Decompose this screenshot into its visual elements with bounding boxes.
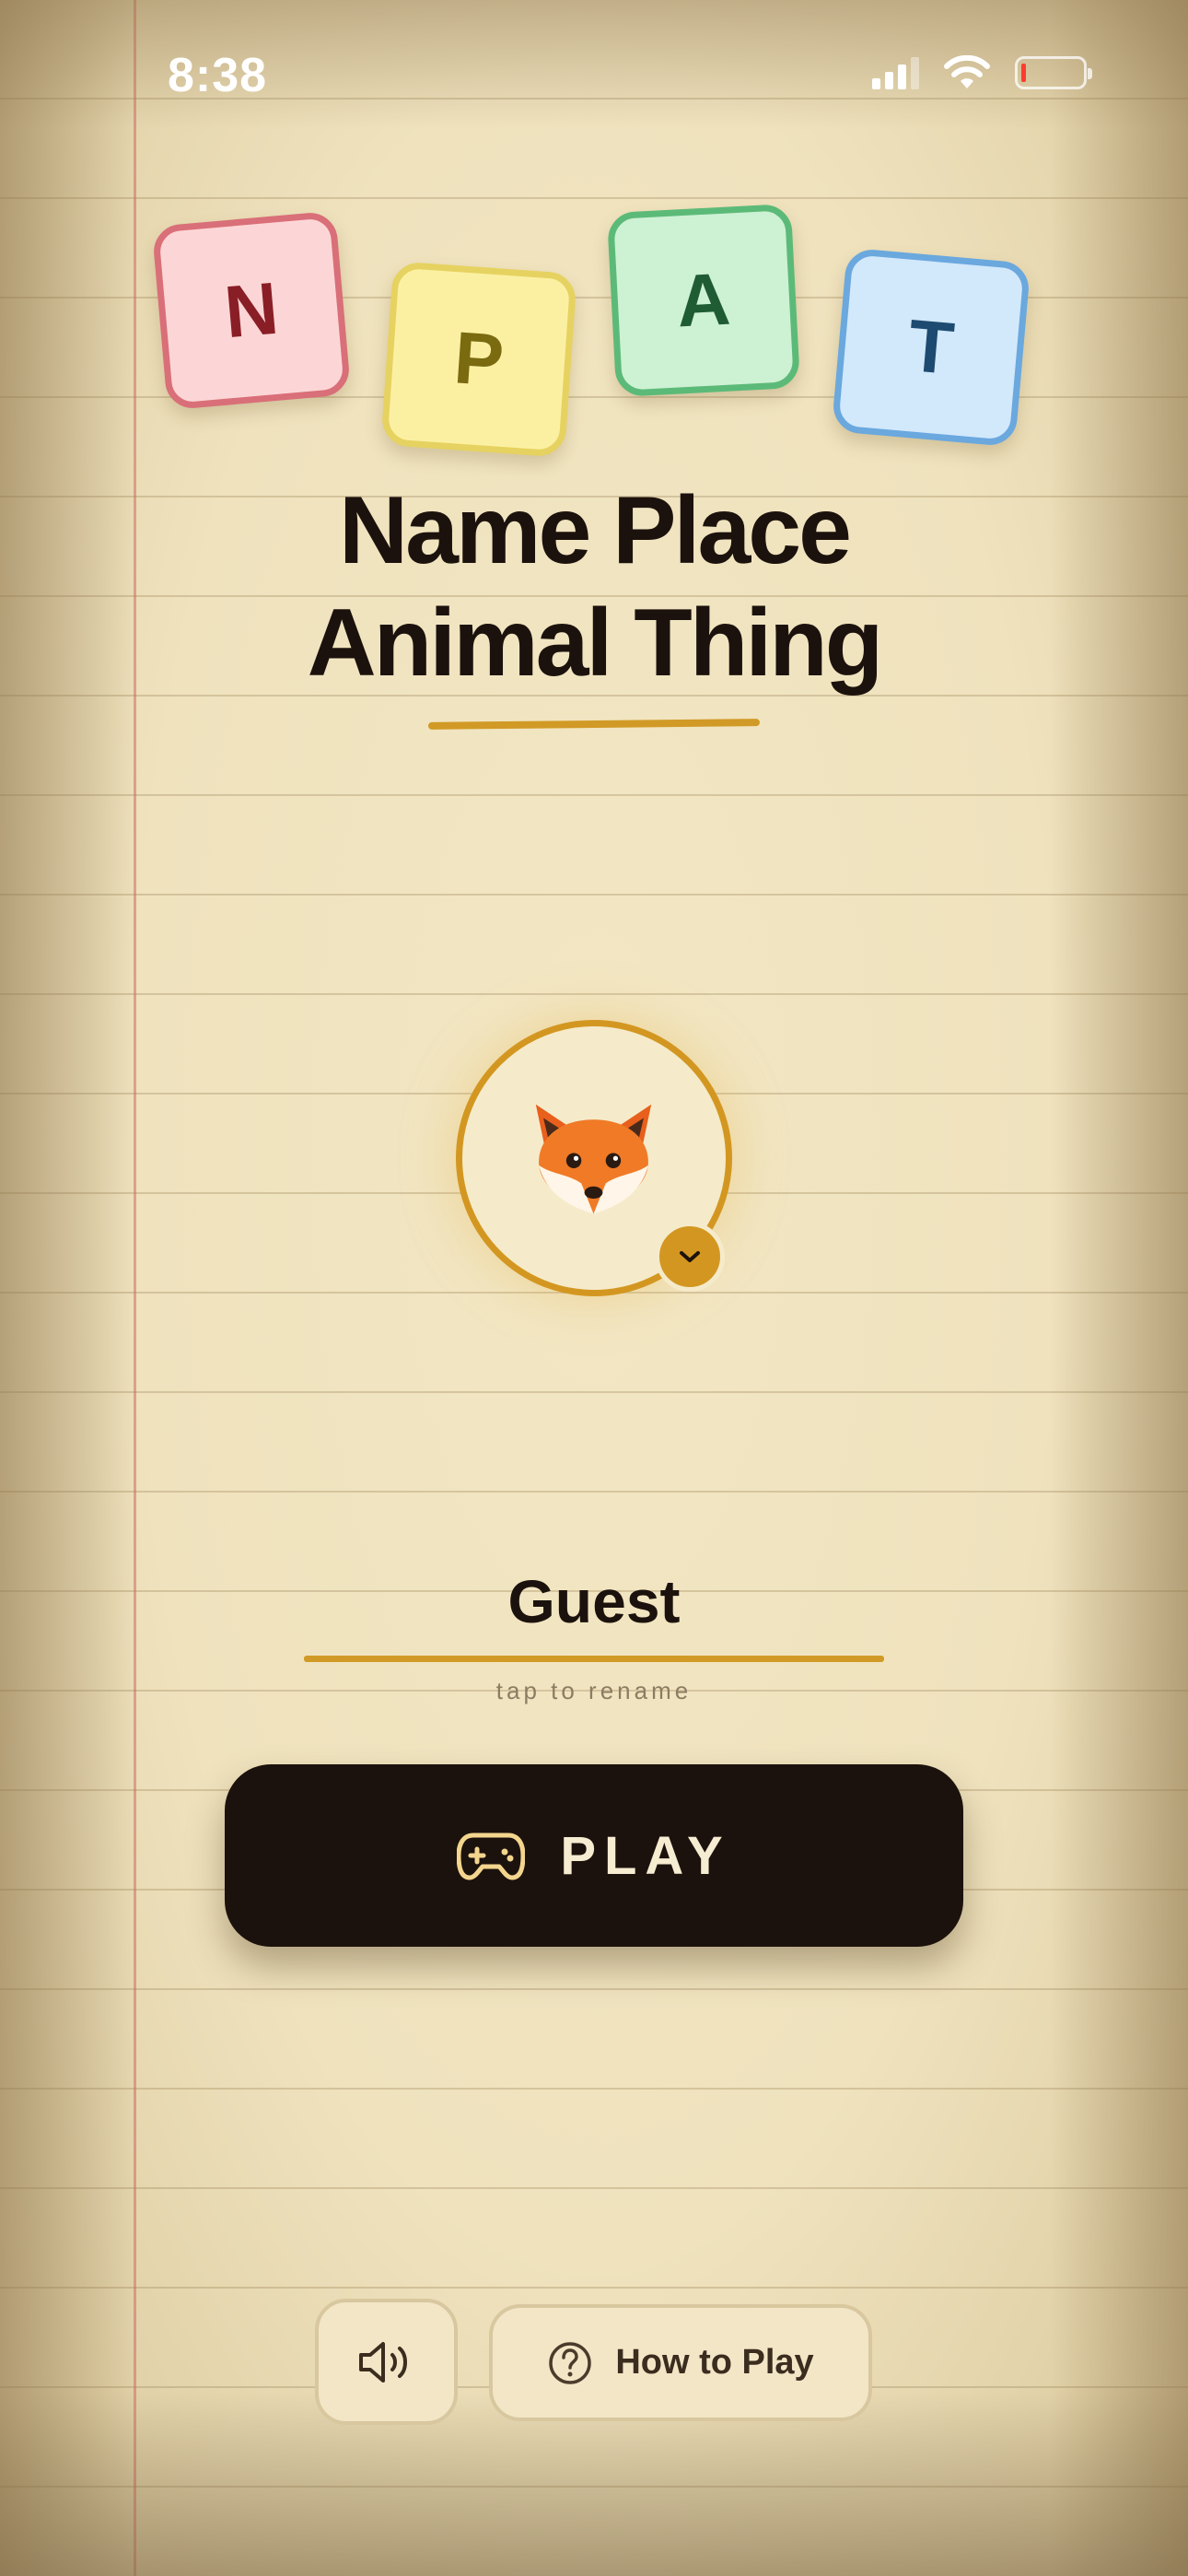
- avatar-picker-button[interactable]: [655, 1222, 725, 1292]
- signal-icon: [872, 56, 919, 89]
- name-underline: [304, 1656, 884, 1662]
- status-icons: [872, 55, 1092, 90]
- wifi-icon: [944, 55, 990, 88]
- gamepad-icon: [457, 1832, 526, 1880]
- question-circle-icon: [549, 2341, 592, 2384]
- letter-tile-a: A: [606, 203, 801, 398]
- fox-face-icon: [535, 1104, 652, 1214]
- player-name-field[interactable]: Guest: [0, 1566, 1188, 1636]
- how-to-play-button[interactable]: How to Play: [489, 2304, 872, 2421]
- letter-tile-t: T: [831, 247, 1031, 448]
- app-title: Name Place Animal Thing: [0, 474, 1188, 699]
- letter-tile-n: N: [151, 210, 352, 411]
- notebook-margin-line: [134, 0, 136, 2576]
- chevron-down-icon: [680, 1251, 700, 1262]
- speaker-icon: [358, 2341, 407, 2383]
- how-to-play-label: How to Play: [615, 2343, 814, 2382]
- title-line-1: Name Place: [339, 477, 852, 584]
- title-line-2: Animal Thing: [307, 590, 884, 697]
- play-button[interactable]: PLAY: [225, 1764, 963, 1947]
- play-label: PLAY: [560, 1825, 731, 1886]
- rename-hint: tap to rename: [495, 1677, 693, 1704]
- letter-tile-p: P: [380, 261, 577, 458]
- sound-toggle-button[interactable]: [315, 2299, 458, 2425]
- status-time: 8:38: [168, 49, 268, 102]
- battery-icon: [1015, 56, 1092, 89]
